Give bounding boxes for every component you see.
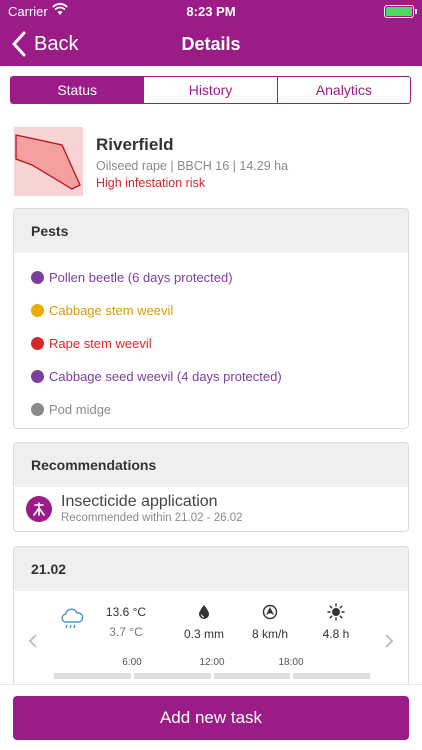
chevron-left-icon[interactable] bbox=[24, 631, 44, 651]
hour-bars bbox=[54, 673, 370, 679]
pest-label: Pollen beetle (6 days protected) bbox=[49, 270, 233, 285]
recommendation-text: Insecticide application Recommended with… bbox=[61, 493, 243, 525]
sprayer-icon bbox=[26, 496, 52, 522]
recommendation-item[interactable]: Insecticide application Recommended with… bbox=[14, 487, 408, 531]
time-label: 6:00 bbox=[122, 657, 142, 668]
pest-list: Pollen beetle (6 days protected) Cabbage… bbox=[14, 253, 408, 426]
field-summary: Riverfield Oilseed rape | BBCH 16 | 14.2… bbox=[14, 127, 410, 197]
tab-bar: Status History Analytics bbox=[10, 76, 411, 104]
wind-block: 8 km/h bbox=[240, 603, 300, 641]
add-task-button[interactable]: Add new task bbox=[13, 696, 409, 740]
pests-header: Pests bbox=[14, 209, 408, 253]
tab-history[interactable]: History bbox=[143, 77, 276, 103]
weather-date-header: 21.02 bbox=[14, 547, 408, 591]
rain-cloud-icon bbox=[61, 608, 84, 629]
recommendation-title: Insecticide application bbox=[61, 493, 218, 510]
wind-direction-icon bbox=[240, 603, 300, 621]
sunshine-value: 4.8 h bbox=[322, 627, 350, 641]
time-label: 12:00 bbox=[199, 657, 225, 668]
page-title: Details bbox=[181, 34, 241, 54]
pest-label: Cabbage seed weevil (4 days protected) bbox=[49, 369, 282, 384]
time-label: 18:00 bbox=[278, 657, 304, 668]
tab-analytics[interactable]: Analytics bbox=[276, 77, 410, 103]
pest-label: Pod midge bbox=[49, 402, 112, 417]
pest-item[interactable]: Pollen beetle (6 days protected) bbox=[14, 261, 408, 294]
wind-value: 8 km/h bbox=[251, 627, 288, 641]
tab-status[interactable]: Status bbox=[11, 77, 144, 103]
temperature-block: 13.6 °C 3.7 °C bbox=[100, 605, 152, 639]
field-name: Riverfield bbox=[96, 135, 174, 154]
pest-label: Cabbage stem weevil bbox=[49, 303, 174, 318]
nav-bar: Back Details bbox=[0, 22, 422, 66]
pest-item[interactable]: Rape stem weevil bbox=[14, 327, 408, 360]
recommendations-card: Recommendations Insecticide application … bbox=[13, 442, 409, 532]
sunshine-block: 4.8 h bbox=[306, 603, 366, 641]
sun-icon bbox=[306, 603, 366, 621]
status-bar: Carrier 8:23 PM bbox=[0, 0, 422, 22]
status-dot bbox=[31, 370, 44, 383]
main-content[interactable]: Status History Analytics Riverfield Oils… bbox=[0, 66, 422, 684]
battery-icon bbox=[384, 5, 417, 18]
pests-card: Pests Pollen beetle (6 days protected) C… bbox=[13, 208, 409, 429]
status-dot bbox=[31, 337, 44, 350]
recommendations-header: Recommendations bbox=[14, 443, 408, 487]
chevron-right-icon[interactable] bbox=[378, 631, 398, 651]
droplet-icon bbox=[174, 603, 234, 621]
precipitation-value: 0.3 mm bbox=[183, 627, 224, 641]
risk-label: High infestation risk bbox=[96, 176, 206, 190]
clock: 8:23 PM bbox=[186, 4, 236, 19]
status-dot bbox=[31, 304, 44, 317]
pest-item[interactable]: Cabbage seed weevil (4 days protected) bbox=[14, 360, 408, 393]
field-meta: Oilseed rape | BBCH 16 | 14.29 ha bbox=[96, 159, 289, 173]
weather-card: 21.02 13.6 °C 3.7 °C 0.3 mm 8 km/h 4.8 h… bbox=[13, 546, 409, 684]
pest-label: Rape stem weevil bbox=[49, 336, 152, 351]
precipitation-block: 0.3 mm bbox=[174, 603, 234, 641]
temp-low: 3.7 °C bbox=[109, 625, 143, 639]
pest-item[interactable]: Cabbage stem weevil bbox=[14, 294, 408, 327]
weather-body: 13.6 °C 3.7 °C 0.3 mm 8 km/h 4.8 h 6:00 … bbox=[14, 591, 408, 684]
recommendation-subtitle: Recommended within 21.02 - 26.02 bbox=[61, 512, 243, 524]
pest-item[interactable]: Pod midge bbox=[14, 393, 408, 426]
status-dot bbox=[31, 271, 44, 284]
temp-high: 13.6 °C bbox=[105, 605, 147, 619]
bottom-bar: Add new task bbox=[0, 684, 422, 750]
status-dot bbox=[31, 403, 44, 416]
field-shape-thumbnail bbox=[14, 127, 83, 196]
